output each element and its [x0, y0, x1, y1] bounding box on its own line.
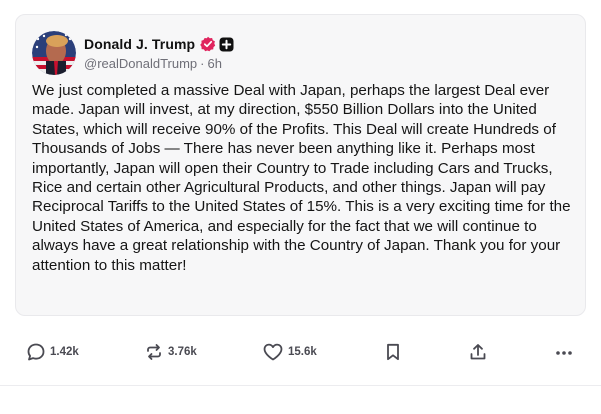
action-bar: 1.42k 3.76k 15.6k — [0, 339, 601, 365]
like-count: 15.6k — [288, 346, 317, 358]
verified-badge-icon — [200, 36, 216, 52]
meta-separator: · — [200, 56, 205, 71]
handle[interactable]: @realDonaldTrump — [84, 56, 197, 71]
share-button[interactable] — [468, 339, 488, 365]
like-button[interactable]: 15.6k — [262, 339, 317, 365]
timestamp[interactable]: 6h — [208, 56, 222, 71]
divider — [0, 385, 601, 386]
share-icon — [468, 342, 488, 362]
display-name[interactable]: Donald J. Trump — [84, 36, 195, 52]
name-row: Donald J. Trump — [84, 35, 234, 53]
post-header: Donald J. Trump @realDonaldTrump · 6h — [32, 31, 234, 75]
bookmark-icon — [383, 342, 403, 362]
bookmark-button[interactable] — [383, 339, 403, 365]
more-icon — [554, 342, 574, 362]
avatar[interactable] — [32, 31, 76, 75]
meta-row: @realDonaldTrump · 6h — [84, 56, 234, 71]
reply-icon — [26, 342, 46, 362]
more-button[interactable] — [554, 339, 574, 365]
repost-icon — [144, 342, 164, 362]
plus-badge-icon — [219, 37, 234, 52]
page: Donald J. Trump @realDonaldTrump · 6h We… — [0, 0, 601, 414]
heart-icon — [262, 342, 284, 362]
repost-count: 3.76k — [168, 346, 197, 358]
repost-button[interactable]: 3.76k — [144, 339, 197, 365]
post-text: We just completed a massive Deal with Ja… — [32, 82, 571, 274]
reply-button[interactable]: 1.42k — [26, 339, 79, 365]
post-card[interactable]: Donald J. Trump @realDonaldTrump · 6h We… — [15, 14, 586, 316]
user-info: Donald J. Trump @realDonaldTrump · 6h — [84, 31, 234, 71]
reply-count: 1.42k — [50, 346, 79, 358]
